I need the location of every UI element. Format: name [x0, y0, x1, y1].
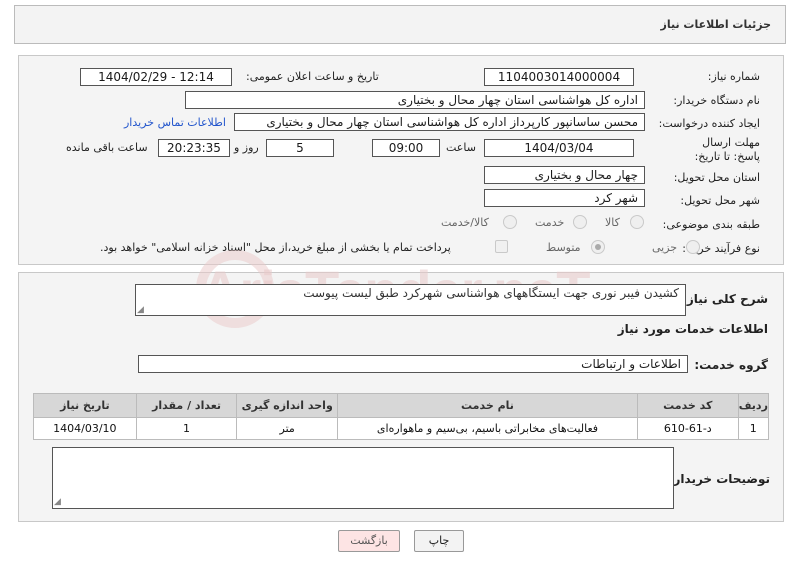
remaining-time-field: 20:23:35 — [158, 139, 230, 157]
treasury-payment-checkbox[interactable] — [495, 240, 508, 253]
city-field: شهر کرد — [484, 189, 645, 207]
need-number-field: 1104003014000004 — [484, 68, 634, 86]
cell-row: 1 — [737, 417, 770, 440]
services-table-header: ردیف کد خدمت نام خدمت واحد اندازه گیری ت… — [33, 393, 770, 418]
summary-textarea[interactable]: کشیدن فیبر نوری جهت ایستگاههای هواشناسی … — [135, 284, 686, 316]
resize-handle-icon: ◢ — [54, 497, 61, 507]
col-need-date: تاریخ نیاز — [33, 393, 137, 418]
need-number-label: شماره نیاز: — [707, 70, 760, 83]
category-goods-label: کالا — [605, 216, 620, 229]
days-label: روز و — [234, 141, 259, 154]
process-medium-radio[interactable] — [591, 240, 605, 254]
print-button[interactable]: چاپ — [414, 530, 464, 552]
cell-quantity: 1 — [135, 417, 238, 440]
process-minor-radio[interactable] — [686, 240, 700, 254]
days-field: 5 — [266, 139, 334, 157]
cell-unit: متر — [236, 417, 339, 440]
col-quantity: تعداد / مقدار — [135, 393, 238, 418]
cell-service-code: د-61-610 — [636, 417, 739, 440]
cell-service-name: فعالیت‌های مخابراتی باسیم، بی‌سیم و ماهو… — [337, 417, 638, 440]
deadline-date-field: 1404/03/04 — [484, 139, 634, 157]
buyer-notes-label: توضیحات خریدار: — [668, 472, 770, 486]
buyer-org-field: اداره کل هواشناسی استان چهار محال و بختی… — [185, 91, 645, 109]
process-minor-label: جزیی — [652, 241, 678, 254]
city-label: شهر محل تحویل: — [680, 194, 760, 207]
services-section-title: اطلاعات خدمات مورد نیاز — [617, 322, 768, 336]
treasury-payment-note: پرداخت تمام یا بخشی از مبلغ خرید،از محل … — [100, 241, 451, 254]
deadline-label: مهلت ارسال پاسخ: تا تاریخ: — [694, 136, 760, 163]
category-label: طبقه بندی موضوعی: — [662, 218, 760, 231]
col-service-code: کد خدمت — [636, 393, 739, 418]
col-unit: واحد اندازه گیری — [236, 393, 339, 418]
category-service-label: خدمت — [535, 216, 565, 229]
service-group-field: اطلاعات و ارتباطات — [138, 355, 688, 373]
category-both-label: کالا/خدمت — [441, 216, 489, 229]
province-field: چهار محال و بختیاری — [484, 166, 645, 184]
page-header: جزئیات اطلاعات نیاز — [14, 5, 786, 44]
buyer-notes-textarea[interactable] — [52, 447, 674, 509]
creator-label: ایجاد کننده درخواست: — [658, 117, 760, 130]
service-group-label: گروه خدمت: — [694, 358, 768, 372]
remaining-label: ساعت باقی مانده — [66, 141, 148, 154]
category-service-radio[interactable] — [573, 215, 587, 229]
services-table: ردیف کد خدمت نام خدمت واحد اندازه گیری ت… — [33, 393, 770, 440]
deadline-time-label: ساعت — [446, 141, 476, 154]
summary-label: شرح کلی نیاز: — [682, 292, 768, 306]
page-title: جزئیات اطلاعات نیاز — [660, 18, 772, 31]
announce-field: 1404/02/29 - 12:14 — [80, 68, 232, 86]
back-button[interactable]: بازگشت — [338, 530, 400, 552]
process-medium-label: متوسط — [546, 241, 581, 254]
creator-field: محسن ساسانپور کارپرداز اداره کل هواشناسی… — [234, 113, 645, 131]
col-row: ردیف — [737, 393, 770, 418]
category-both-radio[interactable] — [503, 215, 517, 229]
cell-need-date: 1404/03/10 — [33, 417, 137, 440]
contact-buyer-link[interactable]: اطلاعات تماس خریدار — [124, 116, 226, 129]
buyer-org-label: نام دستگاه خریدار: — [673, 94, 760, 107]
category-goods-radio[interactable] — [630, 215, 644, 229]
col-service-name: نام خدمت — [337, 393, 638, 418]
announce-label: تاریخ و ساعت اعلان عمومی: — [246, 70, 379, 83]
deadline-time-field: 09:00 — [372, 139, 440, 157]
resize-handle-icon: ◢ — [137, 305, 144, 315]
province-label: استان محل تحویل: — [673, 171, 760, 184]
table-row: 1 د-61-610 فعالیت‌های مخابراتی باسیم، بی… — [33, 417, 770, 440]
need-details-panel — [18, 55, 784, 265]
